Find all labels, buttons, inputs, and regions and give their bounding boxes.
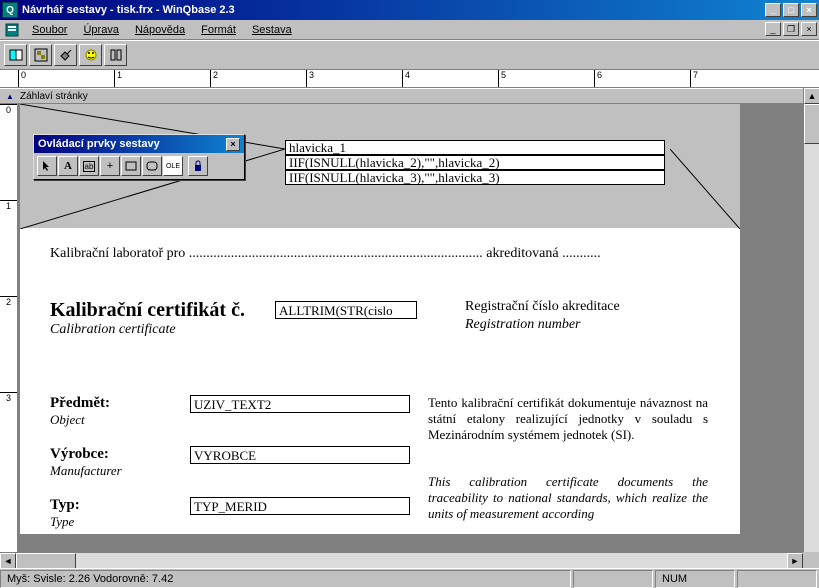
close-button[interactable]: × [801, 3, 817, 17]
menu-uprava[interactable]: Úprava [75, 22, 126, 38]
label-typ[interactable]: Typ: [50, 497, 80, 514]
menu-format[interactable]: Formát [193, 22, 244, 38]
label-predmet[interactable]: Předmět: [50, 395, 110, 412]
tool-field[interactable]: ab [79, 156, 99, 176]
toolbar-tools-button[interactable] [54, 44, 77, 66]
text-para2[interactable]: This calibration certificate documents t… [428, 474, 708, 522]
titlebar: Q Návrhář sestavy - tisk.frx - WinQbase … [0, 0, 819, 20]
toolbar-grouping-button[interactable] [29, 44, 52, 66]
toolbar-data-env-button[interactable] [4, 44, 27, 66]
toolbar-layout-button[interactable] [104, 44, 127, 66]
tool-pointer[interactable] [37, 156, 57, 176]
tool-line[interactable]: + [100, 156, 120, 176]
menu-sestava[interactable]: Sestava [244, 22, 300, 38]
label-object[interactable]: Object [50, 412, 85, 428]
tool-label[interactable]: A [58, 156, 78, 176]
scroll-right-button[interactable]: ► [787, 553, 803, 569]
tool-roundrect[interactable] [142, 156, 162, 176]
scroll-up-button[interactable]: ▲ [804, 88, 819, 104]
band-header[interactable]: ▲ Záhlaví stránky [0, 88, 819, 104]
minimize-button[interactable]: _ [765, 3, 781, 17]
tool-ole[interactable]: OLE [163, 156, 183, 176]
status-mouse: Myš: Svisle: 2.26 Vodorovně: 7.42 [0, 570, 571, 588]
expr-hlavicka1[interactable]: hlavicka_1 [285, 140, 665, 155]
menu-napoveda[interactable]: Nápověda [127, 22, 193, 38]
label-manufacturer[interactable]: Manufacturer [50, 463, 122, 479]
field-cislo[interactable]: ALLTRIM(STR(cislo [275, 301, 417, 319]
text-para1[interactable]: Tento kalibrační certifikát dokumentuje … [428, 395, 708, 443]
tool-rectangle[interactable] [121, 156, 141, 176]
toolbox-title-text: Ovládací prvky sestavy [38, 138, 160, 150]
band-header-label: Záhlaví stránky [20, 91, 88, 102]
label-vyrobce[interactable]: Výrobce: [50, 446, 109, 463]
scroll-v-thumb[interactable] [804, 104, 819, 144]
toolbox-close-button[interactable]: × [226, 138, 240, 151]
scroll-h-thumb[interactable] [16, 553, 76, 569]
toolbar [0, 40, 819, 70]
app-icon: Q [2, 2, 18, 18]
toolbar-color-button[interactable] [79, 44, 102, 66]
label-reg-sub[interactable]: Registration number [465, 317, 581, 333]
statusbar: Myš: Svisle: 2.26 Vodorovně: 7.42 NUM [0, 568, 819, 588]
field-typ[interactable]: TYP_MERID [190, 497, 410, 515]
menu-soubor[interactable]: Soubor [24, 22, 75, 38]
label-lab-pro[interactable]: Kalibrační laboratoř pro ...............… [50, 246, 601, 262]
maximize-button[interactable]: □ [783, 3, 799, 17]
toolbox-titlebar[interactable]: Ovládací prvky sestavy × [34, 135, 244, 153]
expr-hlavicka3[interactable]: IIF(ISNULL(hlavicka_3),"",hlavicka_3) [285, 170, 665, 185]
band-arrow-icon: ▲ [6, 92, 14, 101]
mdi-restore-button[interactable]: ❐ [783, 22, 799, 36]
menubar: Soubor Úprava Nápověda Formát Sestava _ … [0, 20, 819, 40]
mdi-minimize-button[interactable]: _ [765, 22, 781, 36]
toolbox-window[interactable]: Ovládací prvky sestavy × A ab + OLE [33, 134, 245, 180]
scrollbar-horizontal[interactable]: ◄ ► [0, 552, 803, 568]
diag-right-icon [670, 149, 740, 229]
tool-lock[interactable] [188, 156, 208, 176]
mdi-close-button[interactable]: × [801, 22, 817, 36]
scroll-corner [803, 552, 819, 568]
scroll-left-button[interactable]: ◄ [0, 553, 16, 569]
status-caps [737, 570, 817, 588]
report-icon [4, 22, 20, 38]
scrollbar-vertical[interactable]: ▲ ▼ [803, 88, 819, 568]
status-num: NUM [655, 570, 735, 588]
field-vyrobce[interactable]: VYROBCE [190, 446, 410, 464]
field-uziv[interactable]: UZIV_TEXT2 [190, 395, 410, 413]
ruler-vertical: 0 1 2 3 [0, 104, 18, 565]
label-cert-title[interactable]: Kalibrační certifikát č. [50, 299, 245, 322]
status-ins [573, 570, 653, 588]
titlebar-text: Návrhář sestavy - tisk.frx - WinQbase 2.… [22, 4, 763, 16]
label-reg-title[interactable]: Registrační číslo akreditace [465, 299, 620, 315]
ruler-horizontal: 0 1 2 3 4 5 6 7 [0, 70, 819, 88]
expr-hlavicka2[interactable]: IIF(ISNULL(hlavicka_2),"",hlavicka_2) [285, 155, 665, 170]
label-cert-sub[interactable]: Calibration certificate [50, 322, 176, 338]
label-type[interactable]: Type [50, 514, 74, 530]
